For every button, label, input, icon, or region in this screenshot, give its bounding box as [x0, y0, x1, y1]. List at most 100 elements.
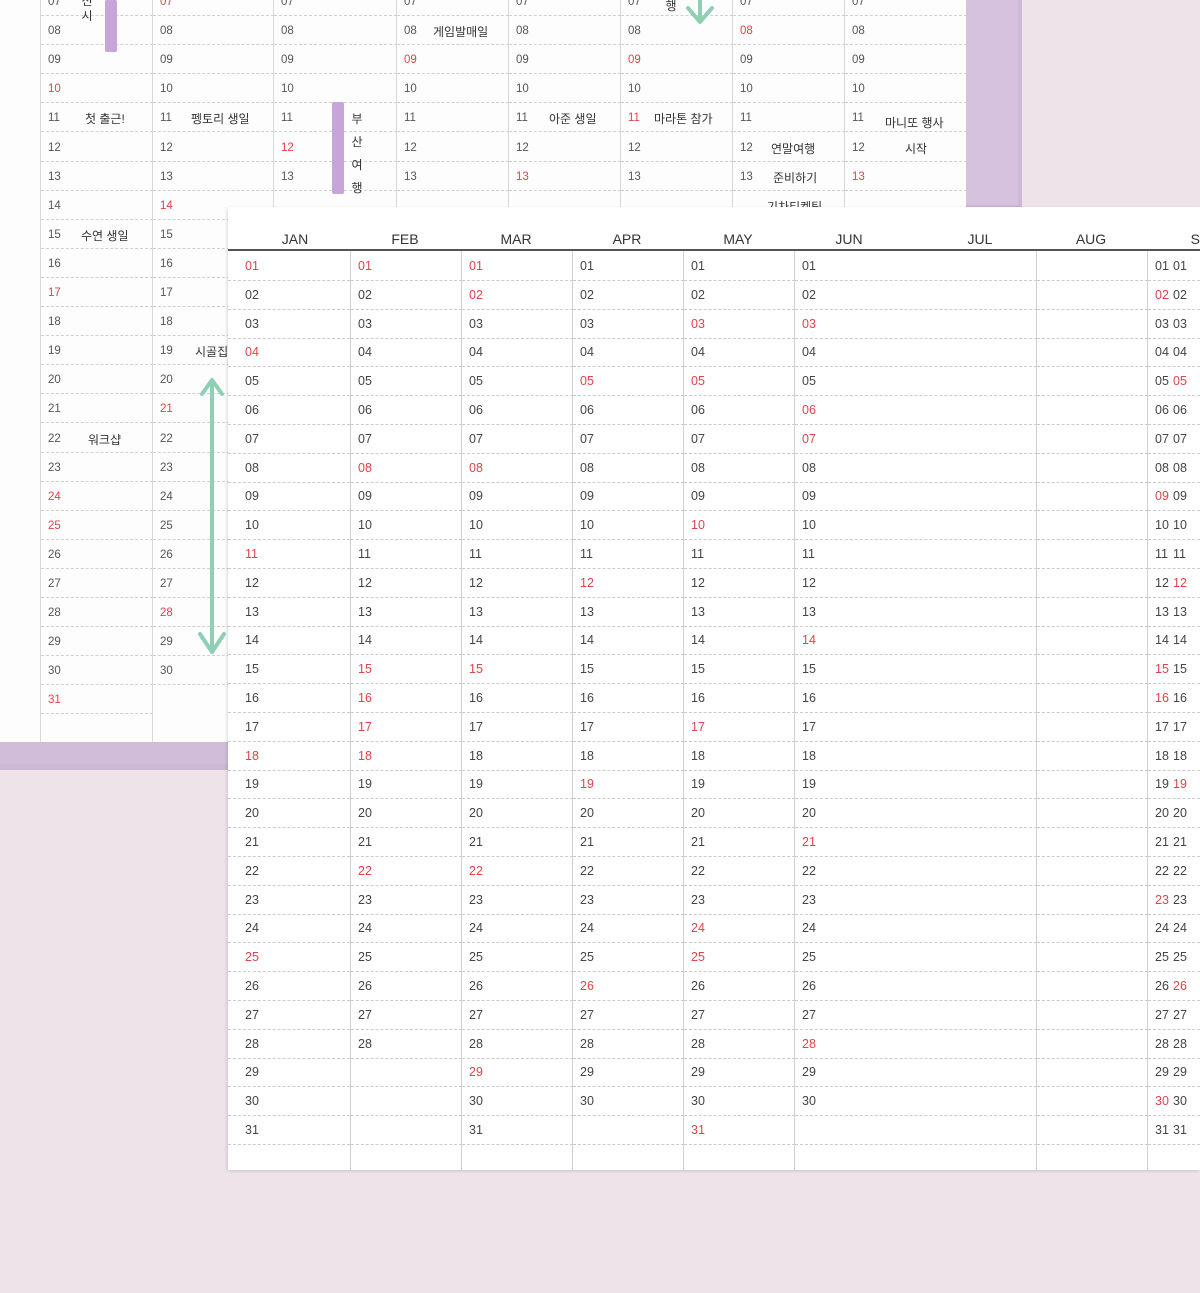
day-number: 19 [160, 345, 173, 358]
day-row: 26 [795, 971, 1037, 1001]
memo-char: 행 [351, 181, 363, 195]
back-day-row: 14 [41, 190, 153, 220]
day-row: 25 [228, 942, 350, 973]
day-row: 31 [462, 1115, 573, 1145]
day-number: 22 [245, 863, 259, 878]
day-number: 06 [469, 403, 483, 417]
day-number: 10 [740, 83, 753, 96]
day-number: 07 [740, 0, 753, 8]
day-number: 11 [852, 112, 864, 125]
day-number: 17 [691, 719, 705, 734]
day-row: 09 [1037, 481, 1187, 512]
day-number: 21 [160, 403, 173, 416]
day-row: 25 [462, 942, 573, 973]
back-day-row: 10 [621, 73, 733, 104]
back-day-row: 28 [41, 597, 153, 628]
day-number: 10 [404, 83, 417, 96]
day-number: 27 [358, 1007, 372, 1022]
day-row [351, 1086, 462, 1117]
day-number: 13 [580, 604, 594, 619]
month-column: 01 02 03 04 05 06 07 08 09 10 11 12 13 14 15 16 17 18 19 20… [228, 251, 350, 1170]
back-day-row: 20 [41, 364, 153, 395]
day-number: 08 [628, 25, 641, 38]
day-number: 09 [404, 54, 417, 67]
day-row: 03 [228, 309, 350, 339]
day-row: 07 [1037, 424, 1187, 454]
day-number: 30 [1155, 1094, 1169, 1109]
day-number: 12 [469, 575, 483, 590]
day-row: 23 [1148, 885, 1200, 915]
day-row: 17 [1037, 712, 1187, 742]
day-row: 31 [1037, 1115, 1187, 1145]
day-row: 02 [684, 280, 795, 310]
day-row: 24 [228, 913, 350, 944]
day-row: 25 [795, 942, 1037, 973]
day-number: 08 [358, 460, 372, 475]
day-number: 15 [160, 228, 173, 241]
back-day-row: 30 [41, 655, 153, 686]
day-number: 22 [160, 432, 173, 445]
day-row: 10 [795, 510, 1037, 541]
day-row: 05 [795, 366, 1037, 397]
day-number: 11 [160, 112, 172, 125]
day-row: 15 [1148, 654, 1200, 685]
day-number: 24 [469, 921, 483, 936]
day-number: 28 [1155, 1036, 1169, 1051]
back-day-row: 16 [41, 248, 153, 278]
back-day-row: 23 [41, 452, 153, 482]
day-number: 20 [802, 806, 816, 821]
day-number: 25 [802, 950, 816, 965]
day-row: 16 [228, 683, 350, 713]
day-row: 03 [1148, 309, 1200, 339]
day-number: 25 [358, 950, 372, 965]
day-number: 23 [802, 892, 816, 907]
back-day-row: 10 [733, 73, 845, 104]
day-row: 19 [795, 769, 1037, 800]
back-day-row: 24 [41, 481, 153, 511]
day-number: 17 [1155, 719, 1169, 734]
day-number: 09 [802, 489, 816, 504]
day-number: 10 [1155, 518, 1169, 533]
day-number: 14 [245, 633, 259, 648]
month-header-jan: JAN [281, 231, 309, 247]
day-row: 28 [573, 1029, 684, 1059]
day-row: 30 [1148, 1086, 1200, 1117]
day-row: 07 [462, 424, 573, 454]
back-day-row: 11 [397, 102, 509, 133]
day-number: 19 [245, 777, 259, 792]
day-row: 13 [1037, 597, 1187, 627]
day-row: 15 [462, 654, 573, 685]
day-number: 25 [469, 950, 483, 965]
day-row: 01 [1037, 251, 1187, 281]
day-number: 08 [469, 460, 483, 475]
back-day-row: 09 [845, 44, 966, 75]
back-day-row: 10 [153, 73, 274, 104]
day-number: 13 [160, 170, 173, 183]
day-number: 10 [802, 518, 816, 533]
day-number: 11 [469, 547, 482, 561]
day-number: 21 [358, 835, 372, 849]
day-row: 08 [1037, 453, 1187, 483]
back-day-row: 09 [397, 44, 509, 75]
day-row: 29 [228, 1057, 350, 1088]
day-row: 01 [1148, 251, 1200, 281]
month-column: 01 02 03 04 05 06 07 08 09 10 11 12 13 14 15 16 17 18 19 20… [572, 251, 684, 1170]
day-row: 04 [684, 337, 795, 368]
day-number: 21 [691, 835, 705, 849]
day-number: 31 [1155, 1123, 1169, 1137]
day-number: 11 [48, 112, 60, 125]
day-number: 31 [469, 1123, 483, 1137]
day-number: 13 [469, 604, 483, 619]
day-number: 14 [691, 633, 705, 648]
back-day-row: 12 [621, 132, 733, 162]
day-number: 17 [580, 719, 594, 734]
day-row: 04 [351, 337, 462, 368]
day-row: 07 [228, 424, 350, 454]
day-number: 11 [516, 112, 528, 125]
day-number: 08 [852, 25, 865, 38]
day-number: 13 [245, 604, 259, 619]
day-row: 08 [462, 453, 573, 483]
day-row: 26 [462, 971, 573, 1001]
day-number: 21 [1155, 835, 1169, 849]
day-row: 16 [795, 683, 1037, 713]
